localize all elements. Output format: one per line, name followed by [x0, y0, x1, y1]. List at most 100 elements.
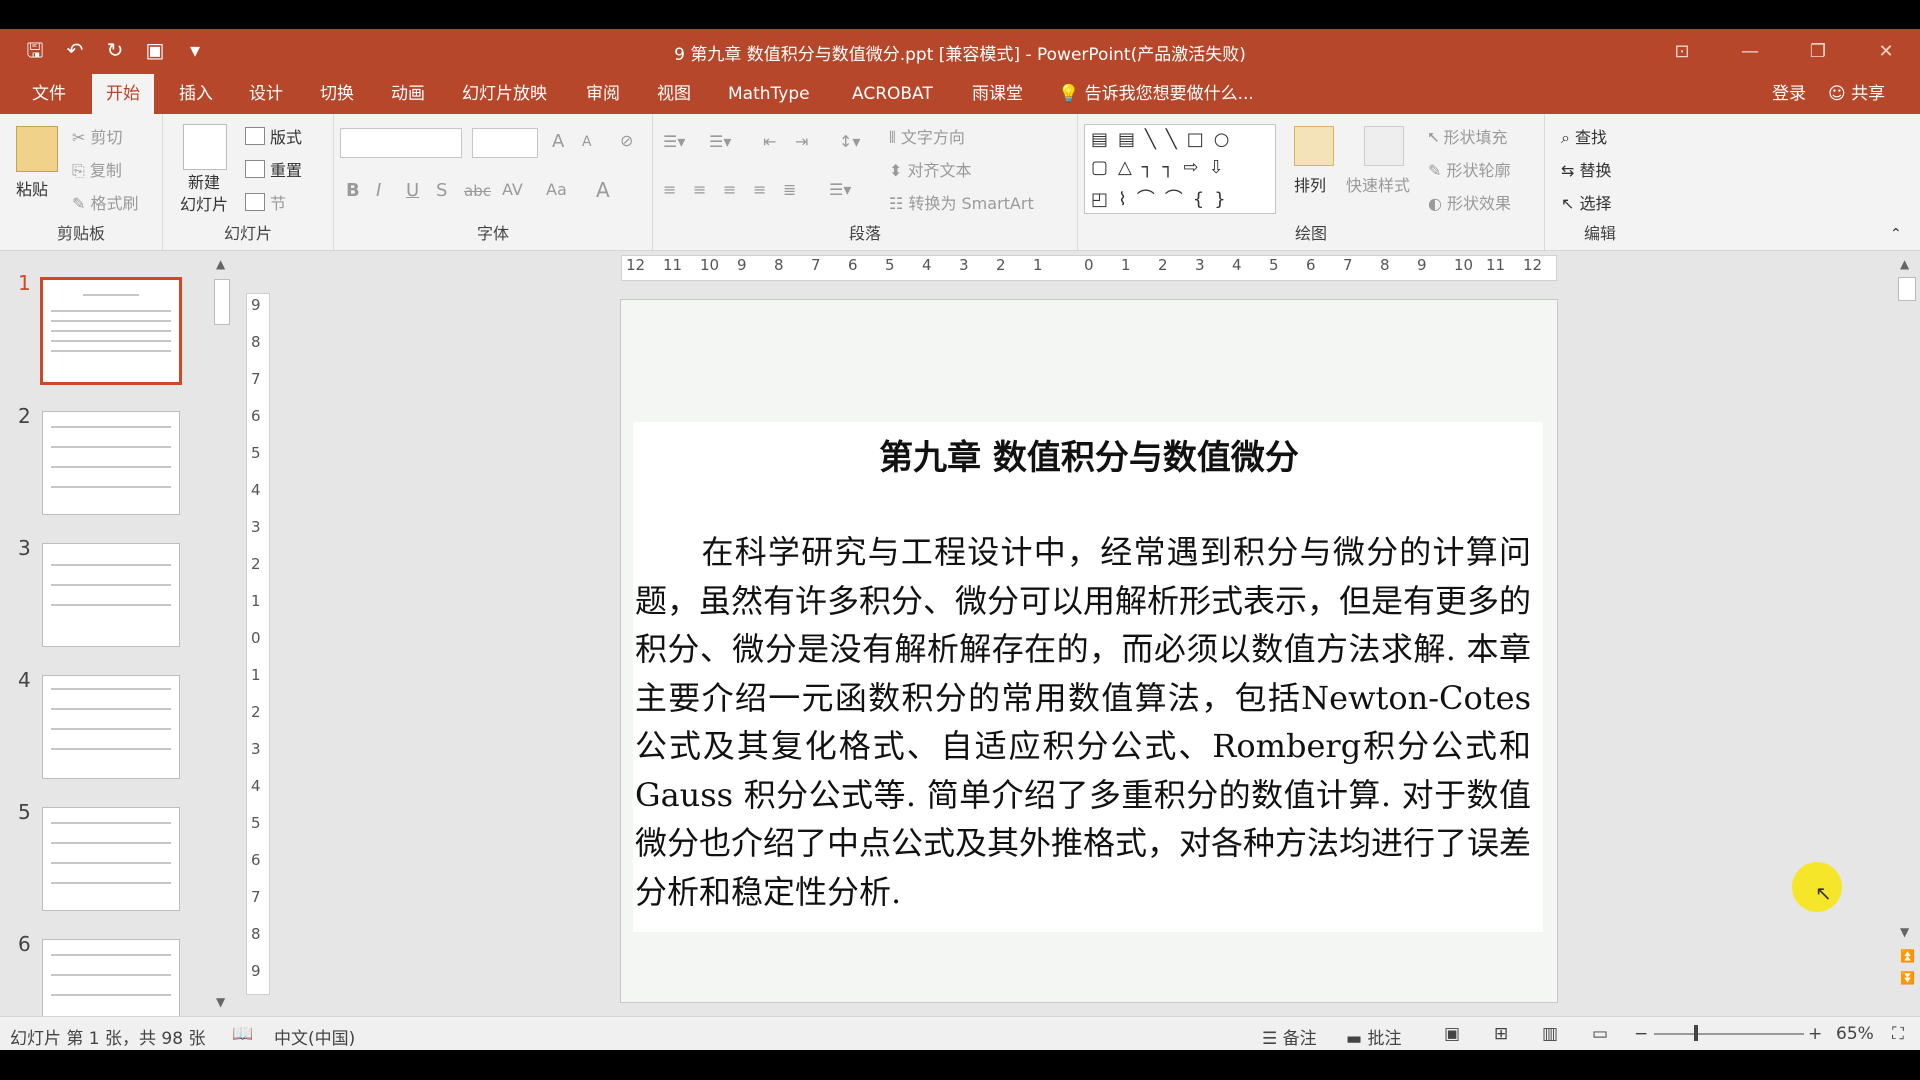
find-button[interactable]: ⌕ 查找	[1561, 124, 1607, 148]
thumbnail-slide-2[interactable]	[42, 411, 180, 515]
decrease-indent-icon[interactable]: ⇤	[763, 132, 776, 151]
fit-to-window-icon[interactable]: ⛶	[1892, 1024, 1904, 1044]
language-indicator[interactable]: 中文(中国)	[274, 1024, 355, 1049]
reading-view-icon[interactable]: ▥	[1542, 1024, 1558, 1044]
slide-canvas[interactable]: 第九章 数值积分与数值微分 在科学研究与工程设计中，经常遇到积分与微分的计算问题…	[620, 299, 1558, 1003]
slide-title[interactable]: 第九章 数值积分与数值微分	[621, 430, 1557, 479]
underline-button[interactable]: U	[406, 180, 419, 201]
slide-scrollbar[interactable]: ▲ ▼ ⏫ ⏬	[1896, 257, 1916, 1005]
reset-button[interactable]: 重置	[245, 157, 302, 181]
format-painter-button[interactable]: ✎ 格式刷	[72, 190, 139, 214]
zoom-slider[interactable]	[1654, 1033, 1804, 1035]
font-color-button[interactable]: A	[596, 178, 610, 202]
numbering-icon[interactable]: ☰▾	[709, 132, 731, 151]
zoom-in-button[interactable]: +	[1808, 1024, 1822, 1044]
strikethrough-button[interactable]: abc	[464, 182, 491, 200]
tab-rainclass[interactable]: 雨课堂	[958, 74, 1037, 114]
shapes-row-2-icon[interactable]: ▢△┐┐⇨⇩	[1091, 157, 1234, 178]
slide-scroll-thumb[interactable]	[1898, 277, 1916, 301]
thumbnail-slide-3[interactable]	[42, 543, 180, 647]
smartart-button[interactable]: ☷ 转换为 SmartArt	[889, 190, 1034, 214]
cut-button[interactable]: ✂ 剪切	[72, 124, 123, 148]
scroll-up-icon[interactable]: ▲	[216, 257, 225, 271]
tab-home[interactable]: 开始	[92, 74, 154, 114]
distribute-icon[interactable]: ≣	[783, 180, 796, 199]
layout-button[interactable]: 版式	[245, 124, 302, 148]
tab-insert[interactable]: 插入	[165, 74, 227, 114]
thumbnail-slide-1[interactable]	[40, 277, 182, 385]
grow-font-button[interactable]: A	[552, 131, 564, 152]
new-slide-icon[interactable]	[183, 124, 227, 170]
slide-sorter-icon[interactable]: ⊞	[1494, 1024, 1508, 1044]
tell-me-box[interactable]: 💡 告诉我您想要做什么...	[1058, 74, 1254, 114]
tab-view[interactable]: 视图	[643, 74, 705, 114]
tab-animations[interactable]: 动画	[377, 74, 439, 114]
char-spacing-button[interactable]: AV	[502, 180, 523, 199]
share-button[interactable]: ☺ 共享	[1828, 74, 1885, 114]
align-left-icon[interactable]: ≡	[663, 180, 676, 199]
copy-button[interactable]: ⎘ 复制	[72, 157, 122, 181]
shrink-font-button[interactable]: A	[582, 134, 592, 150]
clear-format-icon[interactable]: ⊘	[620, 131, 633, 150]
comments-button[interactable]: ▬ 批注	[1346, 1024, 1401, 1049]
font-name-combo[interactable]	[340, 128, 462, 158]
previous-slide-icon[interactable]: ⏫	[1900, 949, 1915, 963]
spell-check-icon[interactable]: 📖	[232, 1024, 253, 1044]
line-spacing-icon[interactable]: ↕▾	[839, 132, 860, 151]
close-button[interactable]: ✕	[1852, 29, 1920, 74]
paste-button[interactable]: 粘贴	[16, 176, 48, 200]
normal-view-icon[interactable]: ▣	[1444, 1024, 1460, 1044]
replace-button[interactable]: ⇆ 替换	[1561, 157, 1612, 181]
align-right-icon[interactable]: ≡	[723, 180, 736, 199]
shapes-row-1-icon[interactable]: ▤▤╲╲□○	[1091, 129, 1239, 150]
shapes-gallery[interactable]: ▤▤╲╲□○ ▢△┐┐⇨⇩ ◰⌇⌒⌒{}	[1084, 124, 1276, 214]
next-slide-icon[interactable]: ⏬	[1900, 971, 1915, 985]
minimize-button[interactable]: —	[1716, 29, 1784, 74]
thumbnail-slide-5[interactable]	[42, 807, 180, 911]
login-link[interactable]: 登录	[1772, 74, 1806, 114]
new-slide-button[interactable]: 新建 幻灯片	[173, 172, 235, 216]
align-center-icon[interactable]: ≡	[693, 180, 706, 199]
italic-button[interactable]: I	[376, 180, 381, 201]
scroll-down-icon[interactable]: ▼	[216, 995, 225, 1009]
scroll-up-icon[interactable]: ▲	[1900, 257, 1909, 271]
columns-icon[interactable]: ☰▾	[829, 180, 851, 199]
shapes-row-3-icon[interactable]: ◰⌇⌒⌒{}	[1091, 185, 1236, 211]
notes-button[interactable]: ☰ 备注	[1262, 1024, 1317, 1049]
text-direction-button[interactable]: ⫴ 文字方向	[889, 124, 965, 148]
arrange-button[interactable]: 排列	[1294, 172, 1326, 196]
slideshow-view-icon[interactable]: ▭	[1592, 1024, 1608, 1044]
justify-icon[interactable]: ≡	[753, 180, 766, 199]
zoom-out-button[interactable]: −	[1634, 1024, 1648, 1044]
font-size-combo[interactable]	[472, 128, 538, 158]
quick-styles-icon[interactable]	[1364, 126, 1404, 166]
section-button[interactable]: 节	[245, 190, 286, 214]
zoom-slider-thumb[interactable]	[1694, 1025, 1698, 1041]
quick-styles-button[interactable]: 快速样式	[1346, 172, 1410, 196]
tab-transitions[interactable]: 切换	[306, 74, 368, 114]
thumbnail-scroll-thumb[interactable]	[214, 279, 230, 325]
thumbnail-slide-4[interactable]	[42, 675, 180, 779]
tab-mathtype[interactable]: MathType	[714, 74, 824, 114]
thumbnail-scrollbar[interactable]: ▲ ▼	[212, 257, 230, 1009]
bullets-icon[interactable]: ☰▾	[663, 132, 685, 151]
tab-file[interactable]: 文件	[18, 74, 80, 114]
shadow-button[interactable]: S	[436, 180, 447, 201]
tab-slideshow[interactable]: 幻灯片放映	[448, 74, 561, 114]
change-case-button[interactable]: Aa	[546, 180, 567, 199]
shape-fill-button[interactable]: ⭦ 形状填充	[1428, 124, 1508, 148]
align-text-button[interactable]: ⬍ 对齐文本	[889, 157, 972, 181]
shape-outline-button[interactable]: ✎ 形状轮廓	[1428, 157, 1511, 181]
select-button[interactable]: ↖ 选择	[1561, 190, 1612, 214]
bold-button[interactable]: B	[346, 180, 360, 201]
restore-button[interactable]: ❐	[1784, 29, 1852, 74]
arrange-icon[interactable]	[1294, 126, 1334, 166]
tab-acrobat[interactable]: ACROBAT	[838, 74, 947, 114]
shape-effects-button[interactable]: ◐ 形状效果	[1428, 190, 1511, 214]
slide-body-text[interactable]: 在科学研究与工程设计中，经常遇到积分与微分的计算问题，虽然有许多积分、微分可以用…	[635, 528, 1531, 916]
thumbnail-slide-6[interactable]	[42, 939, 180, 1018]
collapse-ribbon-icon[interactable]: ⌃	[1890, 226, 1902, 242]
tab-design[interactable]: 设计	[235, 74, 297, 114]
ribbon-display-button[interactable]: ⊡	[1648, 29, 1716, 74]
scroll-down-icon[interactable]: ▼	[1900, 925, 1909, 939]
